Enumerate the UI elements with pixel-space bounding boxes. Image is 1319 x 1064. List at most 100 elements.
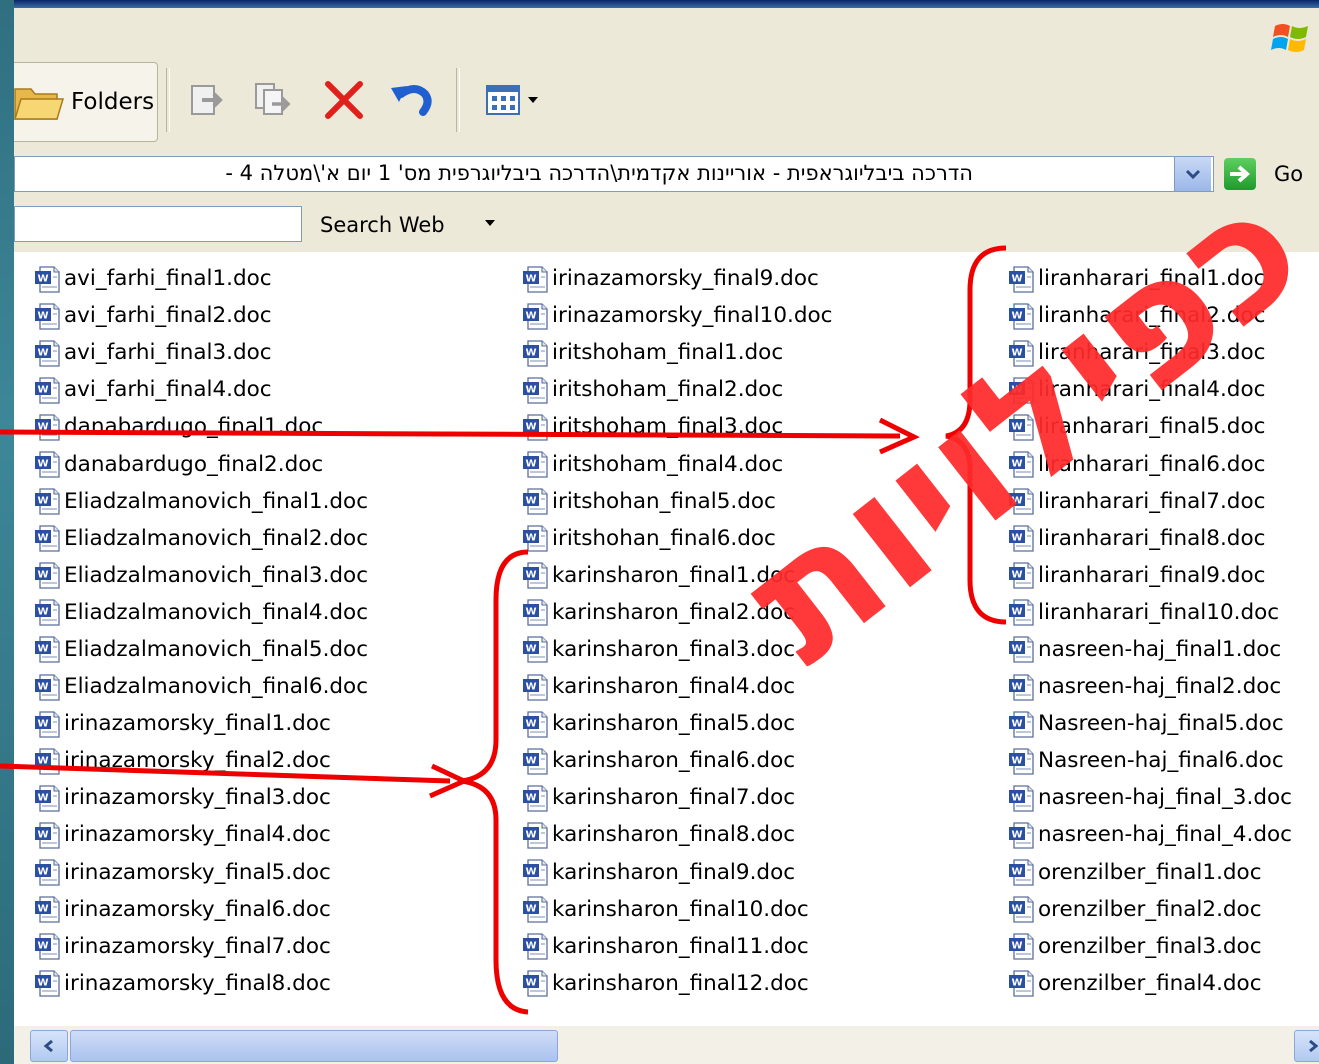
file-item[interactable]: Wliranharari_final7.doc: [1008, 483, 1292, 520]
file-name: liranharari_final10.doc: [1038, 599, 1280, 625]
file-item[interactable]: Wkarinsharon_final10.doc: [522, 891, 832, 928]
file-item[interactable]: W Eliadzalmanovich_final1.doc: [34, 483, 368, 520]
file-name: karinsharon_final7.doc: [552, 785, 796, 811]
file-item[interactable]: Wavi_farhi_final3.doc: [34, 334, 368, 371]
file-item[interactable]: Wiritshoham_final3.doc: [522, 408, 832, 445]
file-item[interactable]: Wkarinsharon_final6.doc: [522, 742, 832, 779]
svg-text:W: W: [525, 384, 536, 395]
file-name: liranharari_final7.doc: [1038, 488, 1266, 514]
file-name: Eliadzalmanovich_final3.doc: [64, 562, 369, 588]
svg-text:W: W: [1011, 867, 1022, 878]
scroll-thumb[interactable]: [70, 1030, 558, 1062]
file-item[interactable]: W Eliadzalmanovich_final2.doc: [34, 520, 368, 557]
toolbar-separator: [456, 68, 460, 132]
file-item[interactable]: Wliranharari_final10.doc: [1008, 594, 1292, 631]
file-item[interactable]: Wiritshoham_final4.doc: [522, 445, 832, 482]
file-item[interactable]: Wiritshohan_final6.doc: [522, 520, 832, 557]
file-name: liranharari_final5.doc: [1038, 414, 1266, 440]
file-item[interactable]: Wkarinsharon_final11.doc: [522, 928, 832, 965]
go-button[interactable]: Go: [1224, 156, 1319, 192]
views-button[interactable]: [472, 74, 552, 126]
file-item[interactable]: Wnasreen-haj_final_3.doc: [1008, 779, 1292, 816]
svg-text:W: W: [37, 867, 48, 878]
file-item[interactable]: Wkarinsharon_final7.doc: [522, 779, 832, 816]
copy-to-button[interactable]: [246, 74, 298, 126]
horizontal-scrollbar[interactable]: [14, 1026, 1319, 1064]
search-web-button[interactable]: Search Web: [320, 213, 445, 237]
scroll-left-button[interactable]: [30, 1030, 68, 1062]
word-doc-icon: W: [523, 711, 548, 738]
file-item[interactable]: Wirinazamorsky_final7.doc: [34, 928, 368, 965]
svg-text:W: W: [37, 681, 48, 692]
file-item[interactable]: Wirinazamorsky_final6.doc: [34, 891, 368, 928]
file-name: karinsharon_final8.doc: [552, 822, 796, 848]
folders-button[interactable]: Folders: [14, 62, 158, 142]
file-item[interactable]: Wirinazamorsky_final3.doc: [34, 779, 368, 816]
file-item[interactable]: Wdanabardugo_final1.doc: [34, 408, 368, 445]
file-item[interactable]: Wliranharari_final8.doc: [1008, 520, 1292, 557]
file-item[interactable]: W Eliadzalmanovich_final4.doc: [34, 594, 368, 631]
file-item[interactable]: Wirinazamorsky_final1.doc: [34, 705, 368, 742]
file-item[interactable]: Wavi_farhi_final1.doc: [34, 260, 368, 297]
search-input[interactable]: [14, 206, 302, 242]
file-item[interactable]: Wirinazamorsky_final10.doc: [522, 297, 832, 334]
svg-text:W: W: [1011, 310, 1022, 321]
file-item[interactable]: Wkarinsharon_final3.doc: [522, 631, 832, 668]
file-item[interactable]: Wiritshoham_final2.doc: [522, 371, 832, 408]
undo-button[interactable]: [386, 74, 438, 126]
file-item[interactable]: Wiritshohan_final5.doc: [522, 483, 832, 520]
file-item[interactable]: Worenzilber_final2.doc: [1008, 891, 1292, 928]
file-item[interactable]: Worenzilber_final1.doc: [1008, 854, 1292, 891]
svg-text:W: W: [1011, 347, 1022, 358]
file-item[interactable]: Wliranharari_final2.doc: [1008, 297, 1292, 334]
file-item[interactable]: W Eliadzalmanovich_final6.doc: [34, 668, 368, 705]
file-item[interactable]: Wliranharari_final9.doc: [1008, 557, 1292, 594]
file-item[interactable]: Wavi_farhi_final4.doc: [34, 371, 368, 408]
file-item[interactable]: Wkarinsharon_final2.doc: [522, 594, 832, 631]
file-item[interactable]: Wliranharari_final3.doc: [1008, 334, 1292, 371]
file-item[interactable]: Wnasreen-haj_final2.doc: [1008, 668, 1292, 705]
file-item[interactable]: Wiritshoham_final1.doc: [522, 334, 832, 371]
word-doc-icon: W: [523, 340, 548, 367]
file-item[interactable]: Worenzilber_final4.doc: [1008, 965, 1292, 1002]
chevron-down-icon[interactable]: [484, 218, 496, 228]
file-item[interactable]: Wirinazamorsky_final4.doc: [34, 816, 368, 853]
file-name: iritshoham_final2.doc: [552, 377, 784, 403]
file-item[interactable]: Worenzilber_final3.doc: [1008, 928, 1292, 965]
file-item[interactable]: Wirinazamorsky_final8.doc: [34, 965, 368, 1002]
file-item[interactable]: Wirinazamorsky_final5.doc: [34, 854, 368, 891]
svg-text:W: W: [525, 755, 536, 766]
file-item[interactable]: Wkarinsharon_final12.doc: [522, 965, 832, 1002]
file-item[interactable]: Wliranharari_final6.doc: [1008, 445, 1292, 482]
file-item[interactable]: Wavi_farhi_final2.doc: [34, 297, 368, 334]
file-item[interactable]: W Nasreen-haj_final6.doc: [1008, 742, 1292, 779]
file-item[interactable]: W Nasreen-haj_final5.doc: [1008, 705, 1292, 742]
move-to-button[interactable]: [180, 74, 232, 126]
file-name: avi_farhi_final3.doc: [64, 340, 272, 366]
word-doc-icon: W: [35, 711, 60, 738]
file-item[interactable]: Wkarinsharon_final8.doc: [522, 816, 832, 853]
address-dropdown-button[interactable]: [1174, 157, 1211, 191]
file-item[interactable]: W Eliadzalmanovich_final3.doc: [34, 557, 368, 594]
file-item[interactable]: Wkarinsharon_final1.doc: [522, 557, 832, 594]
chevron-down-icon: [528, 97, 538, 103]
file-item[interactable]: Wliranharari_final1.doc: [1008, 260, 1292, 297]
file-item[interactable]: Wkarinsharon_final9.doc: [522, 854, 832, 891]
file-item[interactable]: Wirinazamorsky_final9.doc: [522, 260, 832, 297]
file-name: iritshoham_final4.doc: [552, 451, 784, 477]
file-item[interactable]: Wdanabardugo_final2.doc: [34, 445, 368, 482]
scroll-right-button[interactable]: [1294, 1030, 1319, 1062]
file-item[interactable]: Wirinazamorsky_final2.doc: [34, 742, 368, 779]
file-item[interactable]: Wkarinsharon_final4.doc: [522, 668, 832, 705]
svg-text:W: W: [525, 978, 536, 989]
file-item[interactable]: Wkarinsharon_final5.doc: [522, 705, 832, 742]
file-item[interactable]: Wliranharari_final4.doc: [1008, 371, 1292, 408]
delete-button[interactable]: [318, 74, 370, 126]
file-item[interactable]: Wliranharari_final5.doc: [1008, 408, 1292, 445]
address-field[interactable]: הדרכה ביבליוגראפית - אוריינות אקדמית\הדר…: [14, 156, 1214, 192]
file-name: iritshoham_final3.doc: [552, 414, 784, 440]
file-item[interactable]: W Eliadzalmanovich_final5.doc: [34, 631, 368, 668]
word-doc-icon: W: [1009, 636, 1034, 664]
file-item[interactable]: Wnasreen-haj_final_4.doc: [1008, 816, 1292, 853]
file-item[interactable]: Wnasreen-haj_final1.doc: [1008, 631, 1292, 668]
